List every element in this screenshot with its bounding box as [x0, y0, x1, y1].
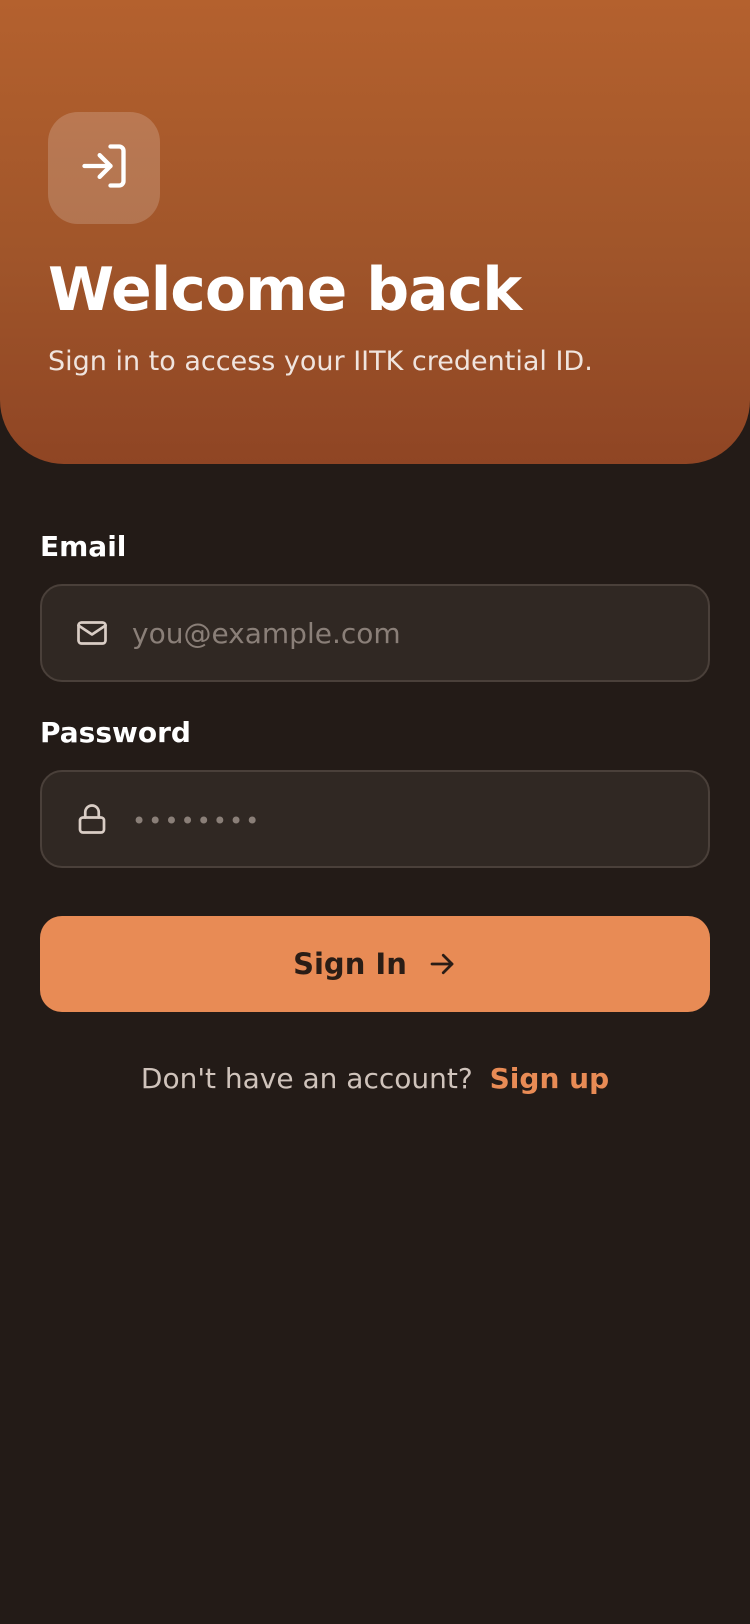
lock-icon [74, 801, 110, 837]
sign-in-screen: Welcome back Sign in to access your IITK… [0, 0, 750, 1624]
password-field[interactable] [40, 770, 710, 868]
mail-icon [74, 615, 110, 651]
page-subtitle: Sign in to access your IITK credential I… [48, 346, 593, 377]
hero-icon-tile [48, 112, 160, 224]
page-title: Welcome back [48, 255, 522, 325]
hero-header: Welcome back Sign in to access your IITK… [0, 0, 750, 464]
sign-in-label: Sign In [293, 947, 407, 981]
sign-in-button[interactable]: Sign In [40, 916, 710, 1012]
sign-up-link[interactable]: Sign up [490, 1062, 609, 1095]
arrow-right-icon [427, 949, 457, 979]
email-label: Email [40, 530, 127, 563]
password-input[interactable] [132, 789, 708, 849]
password-label: Password [40, 716, 191, 749]
email-input[interactable] [132, 603, 708, 663]
email-field[interactable] [40, 584, 710, 682]
signup-prompt-row: Don't have an account? Sign up [0, 1062, 750, 1095]
login-icon [78, 140, 130, 196]
signup-prompt-text: Don't have an account? [140, 1062, 473, 1095]
